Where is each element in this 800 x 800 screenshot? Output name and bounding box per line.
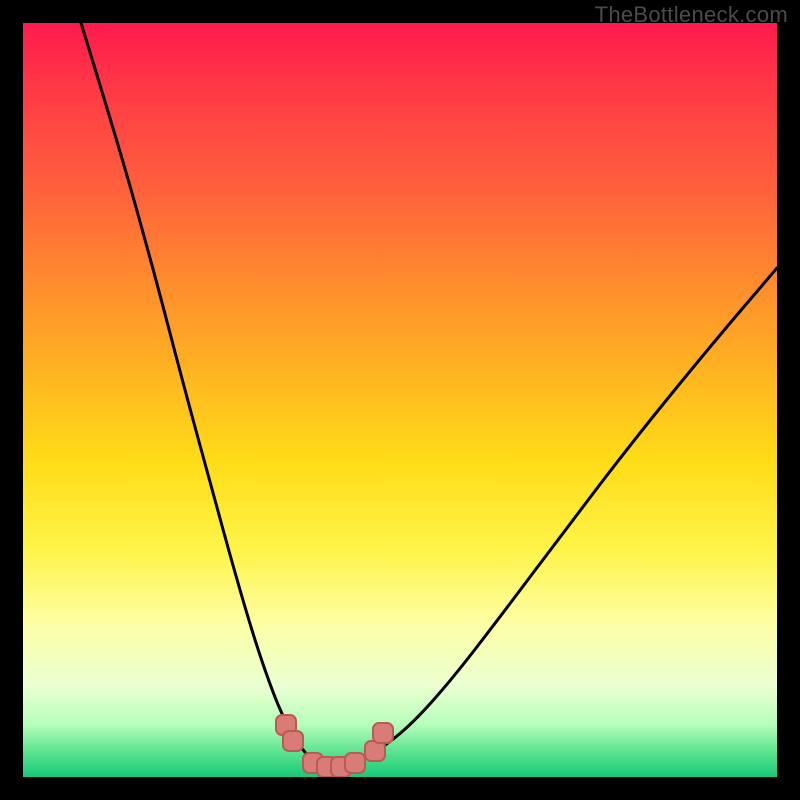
curve-marker [345,753,365,773]
marker-group [276,715,393,777]
curve-marker [283,731,303,751]
curve-layer [23,23,777,777]
plot-area [23,23,777,777]
curve-svg [23,23,777,777]
chart-frame: TheBottleneck.com [0,0,800,800]
bottleneck-curve [81,23,777,765]
curve-marker [373,723,393,743]
